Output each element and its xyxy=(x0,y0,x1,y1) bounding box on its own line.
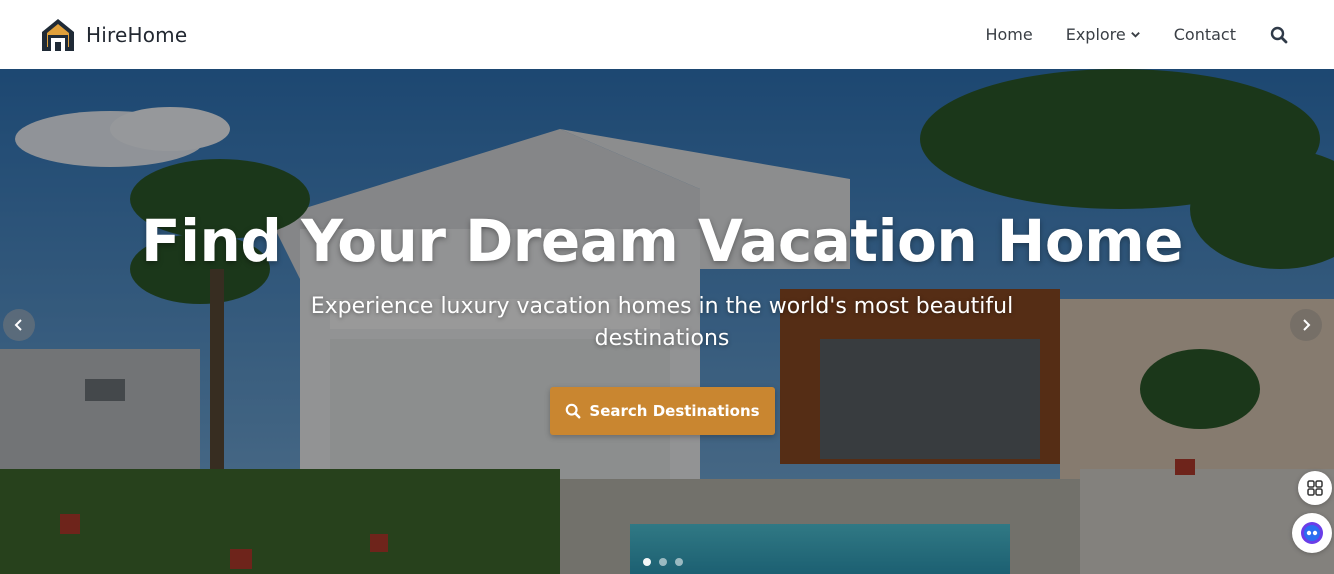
brand-name: HireHome xyxy=(86,22,188,47)
grid-apps-icon xyxy=(1307,480,1323,496)
carousel-dot-2[interactable] xyxy=(659,558,667,566)
nav-contact[interactable]: Contact xyxy=(1174,25,1236,44)
search-icon[interactable] xyxy=(1270,26,1288,44)
hero-subtitle: Experience luxury vacation homes in the … xyxy=(310,294,1014,351)
search-icon xyxy=(566,403,581,419)
hero-title: Find Your Dream Vacation Home xyxy=(141,207,1183,275)
nav-links: Home Explore Contact xyxy=(985,25,1288,44)
nav-home[interactable]: Home xyxy=(985,25,1032,44)
chevron-left-icon xyxy=(14,319,22,331)
search-destinations-button[interactable]: Search Destinations xyxy=(550,387,775,435)
apps-floating-button[interactable] xyxy=(1298,471,1332,505)
carousel-next-button[interactable] xyxy=(1290,309,1322,341)
brand[interactable]: HireHome xyxy=(40,17,187,53)
carousel-indicators xyxy=(643,558,691,566)
assistant-floating-button[interactable] xyxy=(1292,513,1332,553)
chevron-right-icon xyxy=(1303,319,1311,331)
nav-explore[interactable]: Explore xyxy=(1066,25,1141,44)
chevron-down-icon xyxy=(1130,32,1140,38)
nav-explore-label: Explore xyxy=(1065,25,1126,44)
carousel-dot-1[interactable] xyxy=(643,558,651,566)
search-destinations-label: Search Destinations xyxy=(589,402,760,420)
hero-carousel: Find Your Dream Vacation Home Experience… xyxy=(0,69,1334,574)
carousel-prev-button[interactable] xyxy=(3,309,35,341)
navbar: HireHome Home Explore Contact xyxy=(0,0,1334,69)
house-logo-icon xyxy=(42,18,74,51)
assistant-bot-icon xyxy=(1301,522,1323,544)
hero-content: Find Your Dream Vacation Home Experience… xyxy=(0,69,1334,574)
carousel-dot-3[interactable] xyxy=(675,558,683,566)
